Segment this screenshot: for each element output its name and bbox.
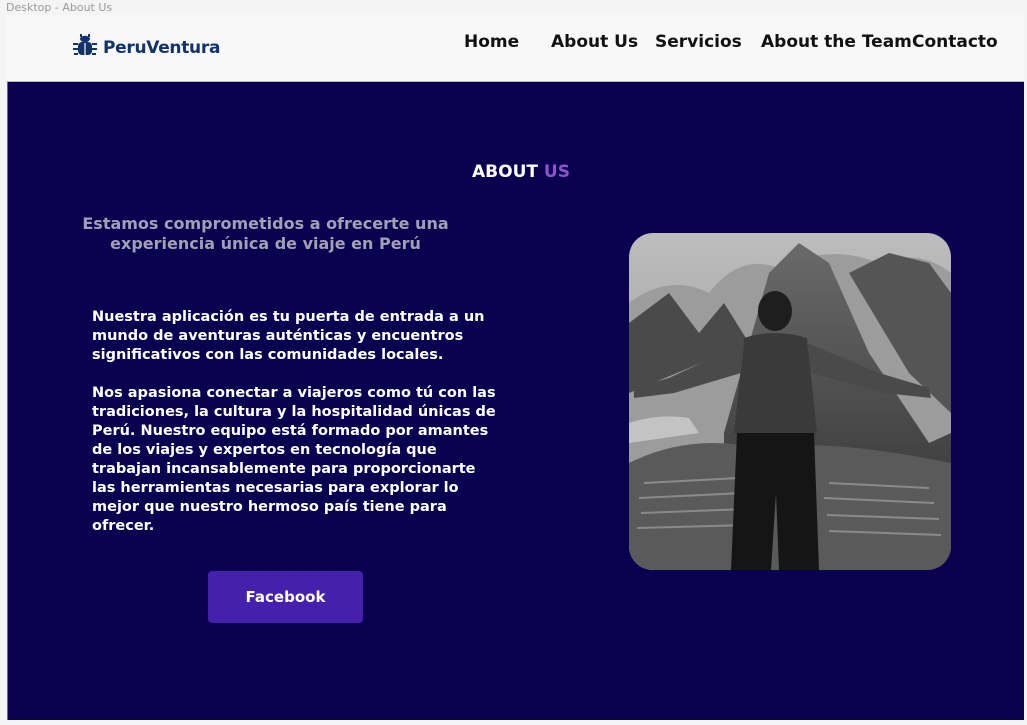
nav-servicios[interactable]: Servicios: [655, 32, 742, 52]
facebook-button[interactable]: Facebook: [208, 571, 363, 623]
frame-label: Desktop - About Us: [6, 1, 113, 14]
intro-paragraph: Nuestra aplicación es tu puerta de entra…: [92, 309, 485, 363]
nav-contacto[interactable]: Contacto: [912, 32, 998, 52]
top-navbar: PeruVentura Home About Us Servicios Abou…: [7, 15, 1024, 82]
nav-about-us[interactable]: About Us: [551, 32, 638, 52]
nav-about-the-team[interactable]: About the Team: [761, 32, 912, 52]
brand-logo[interactable]: PeruVentura: [72, 33, 221, 63]
heading-accent: US: [543, 162, 570, 182]
nav-home[interactable]: Home: [464, 32, 519, 52]
traveler-at-machu-picchu-photo: [629, 233, 951, 570]
bug-logo-icon: [72, 33, 98, 63]
about-section: ABOUT US Estamos comprometidos a ofrecer…: [7, 82, 1024, 720]
heading-main: ABOUT: [472, 162, 538, 182]
mission-paragraph: Nos apasiona conectar a viajeros como tú…: [92, 385, 496, 534]
section-heading: ABOUT US: [472, 162, 570, 182]
brand-name: PeruVentura: [103, 38, 221, 58]
tagline: Estamos comprometidos a ofrecerte una ex…: [82, 214, 449, 253]
